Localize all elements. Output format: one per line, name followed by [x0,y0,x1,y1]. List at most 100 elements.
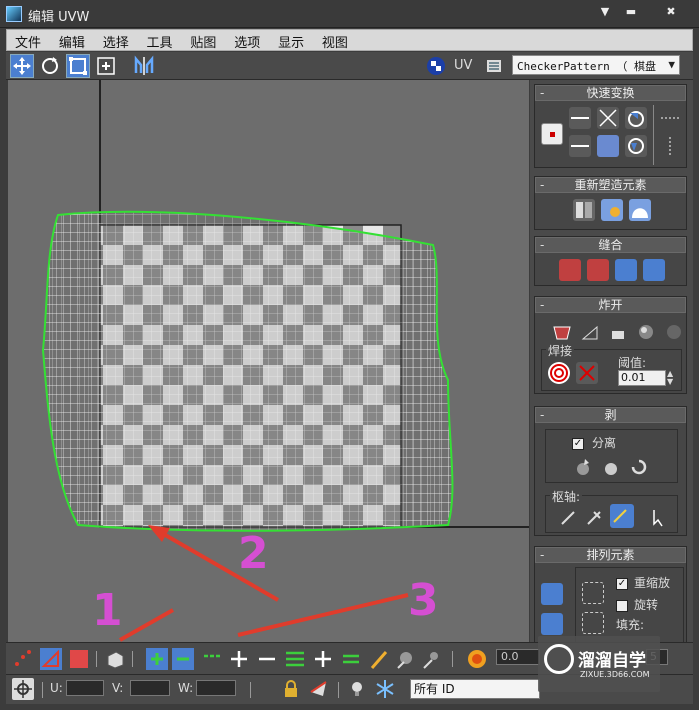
separator [452,651,453,667]
freeze-icon[interactable] [374,678,396,700]
rotate-cw-icon[interactable] [625,107,647,129]
pack-custom-icon[interactable] [582,582,604,604]
texture-dropdown-value: CheckerPattern （ 棋盘 [517,60,656,73]
vertex-select-icon[interactable] [12,648,34,670]
relax-icon[interactable] [601,199,623,221]
face-select-icon[interactable] [68,648,90,670]
rollout-header[interactable]: -剥 [535,407,686,423]
edge-select-icon[interactable] [40,648,62,670]
ring-grow-icon[interactable] [312,648,334,670]
grow-selection-icon[interactable] [146,648,168,670]
stitch-average-icon[interactable] [587,259,609,281]
pin-icon[interactable] [558,506,580,528]
paint-shrink-icon[interactable] [420,648,442,670]
straighten-icon[interactable] [597,135,619,157]
menu-file[interactable]: 文件 [7,30,47,51]
paint-grow-icon[interactable] [394,648,416,670]
mirror-tool-button[interactable] [132,54,156,78]
rotate-label: 旋转 [634,598,659,612]
spinner-arrows-icon[interactable]: ▲ ▼ [667,370,673,386]
align-vertical-icon[interactable] [569,135,591,157]
align-horizontal-icon[interactable] [569,107,591,129]
loop-select-icon[interactable] [202,648,224,670]
peel-mode-icon[interactable] [600,456,622,478]
ring-select-icon[interactable] [284,648,306,670]
rollout-header[interactable]: - 排列元素 [535,547,686,563]
pin-auto-icon[interactable] [610,504,634,528]
relax-options-icon[interactable] [629,199,651,221]
element-select-icon[interactable] [104,648,126,670]
texture-dropdown[interactable]: CheckerPattern （ 棋盘 ▼ [512,55,680,75]
stitch-to-source-icon[interactable] [615,259,637,281]
menu-select[interactable]: 选择 [95,30,135,51]
rollout-header[interactable]: - 缝合 [535,237,686,253]
weld-target-icon[interactable] [548,362,570,384]
rollout-reshape: - 重新塑造元素 [534,176,687,230]
split-sphere-icon[interactable] [663,321,685,343]
space-horizontal-icon[interactable] [659,107,681,129]
restore-button[interactable]: ▬ [620,3,642,21]
rotate-ccw-icon[interactable] [625,135,647,157]
move-tool-button[interactable] [10,54,34,78]
scale-tool-button[interactable] [66,54,90,78]
menu-mapping[interactable]: 贴图 [182,30,222,51]
uv-options-button[interactable] [482,54,506,78]
shrink-selection-icon[interactable] [172,648,194,670]
light-bulb-icon[interactable] [346,678,368,700]
u-field[interactable] [66,680,104,696]
v-field[interactable] [130,680,170,696]
menu-options[interactable]: 选项 [226,30,266,51]
annotation-3: 3 [408,575,439,626]
sphere-icon[interactable] [635,321,657,343]
close-button[interactable]: ✖ [660,3,682,21]
flatten-icon[interactable] [607,321,629,343]
pack-normalize-icon[interactable] [541,583,563,605]
detach-edge-icon[interactable] [579,321,601,343]
pack-together-icon[interactable] [541,613,563,635]
rescale-checkbox[interactable]: ✓ [616,578,628,590]
set-pivot-icon[interactable] [541,123,563,145]
rollout-header[interactable]: - 快速变换 [535,85,686,101]
align-diagonal-icon[interactable] [597,107,619,129]
menu-tools[interactable]: 工具 [139,30,179,51]
hide-icon[interactable] [308,678,330,700]
show-map-button[interactable] [424,54,448,78]
rollout-header[interactable]: - 重新塑造元素 [535,177,686,193]
rotate-tool-button[interactable] [38,54,62,78]
soft-selection-icon[interactable] [466,648,488,670]
menu-edit[interactable]: 编辑 [51,30,91,51]
watermark-logo-icon [544,644,574,674]
stitch-to-target-icon[interactable] [559,259,581,281]
minimize-button[interactable]: ▼ [594,3,616,21]
detach-checkbox[interactable]: ✓ [572,438,584,450]
freeform-tool-button[interactable] [94,54,118,78]
pack-recursive-icon[interactable] [582,612,604,634]
rotate-checkbox[interactable] [616,600,628,612]
reset-peel-icon[interactable] [628,456,650,478]
loop-grow-icon[interactable] [228,648,250,670]
space-vertical-icon[interactable] [659,135,681,157]
weld-selected-icon[interactable] [576,362,598,384]
menu-display[interactable]: 显示 [270,30,310,51]
falloff-field[interactable]: 0.0 [496,649,540,665]
ring-shrink-icon[interactable] [340,648,362,670]
uv-mesh[interactable] [41,210,454,532]
stitch-custom-icon[interactable] [643,259,665,281]
loop-shrink-icon[interactable] [256,648,278,670]
uv-viewport[interactable]: 2 1 3 [8,80,529,642]
unpin-icon[interactable] [584,506,606,528]
straighten-selection-icon[interactable] [573,199,595,221]
app-icon [6,6,22,22]
paint-select-icon[interactable] [368,648,390,670]
select-pin-icon[interactable] [646,506,668,528]
menu-view[interactable]: 视图 [314,30,354,51]
lock-icon[interactable] [280,678,302,700]
separator [338,682,339,698]
break-icon[interactable] [551,321,573,343]
quick-peel-icon[interactable] [572,456,594,478]
w-field[interactable] [196,680,236,696]
absolute-offset-icon[interactable] [12,678,34,700]
threshold-field[interactable]: 0.01 [618,370,666,386]
rollout-header[interactable]: - 炸开 [535,297,686,313]
material-id-dropdown[interactable]: 所有 ID [410,679,540,699]
